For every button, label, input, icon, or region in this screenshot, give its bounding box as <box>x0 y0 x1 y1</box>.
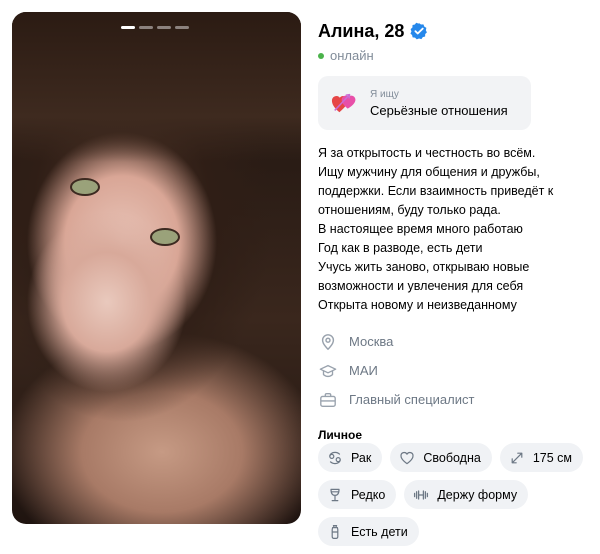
hearts-icon <box>331 93 356 113</box>
online-dot-icon <box>318 52 324 59</box>
chip-drinking[interactable]: Редко <box>318 480 397 509</box>
wine-glass-icon <box>330 488 340 501</box>
profile-photo[interactable] <box>12 12 301 524</box>
chip-sport[interactable]: Держу форму <box>404 480 529 509</box>
briefcase-icon <box>320 392 336 407</box>
photo-indicator[interactable] <box>157 26 171 29</box>
profile-name-age: Алина, 28 <box>318 20 405 41</box>
cancer-zodiac-icon <box>329 451 341 464</box>
detail-city: Москва <box>318 327 588 356</box>
personal-chips: Рак Свободна 175 см Редко Держу форму Ес… <box>318 443 600 554</box>
online-status-text: онлайн <box>330 48 374 63</box>
chip-relationship-label: Свободна <box>423 450 481 465</box>
profile-bio: Я за открытость и честность во всём. Ищу… <box>318 146 554 312</box>
photo-hair-shade <box>12 12 301 162</box>
chip-kids[interactable]: Есть дети <box>318 517 419 546</box>
photo-indicator[interactable] <box>175 26 189 29</box>
chip-sport-label: Держу форму <box>437 487 518 502</box>
expand-arrows-icon <box>511 452 523 463</box>
looking-for-label: Я ищу <box>370 88 399 100</box>
name-row: Алина, 28 <box>318 18 588 44</box>
looking-for-value: Серьёзные отношения <box>370 102 508 118</box>
photo-indicators <box>121 26 189 29</box>
detail-city-text: Москва <box>349 334 394 349</box>
chip-row: Рак Свободна 175 см <box>318 443 600 472</box>
location-pin-icon <box>321 333 335 350</box>
personal-section-title: Личное <box>318 428 363 442</box>
profile-details: Москва МАИ Главный специалист <box>318 327 588 414</box>
graduation-cap-icon <box>319 364 337 377</box>
photo-eye-right <box>150 228 180 246</box>
photo-indicator[interactable] <box>139 26 153 29</box>
chip-height[interactable]: 175 см <box>499 443 583 472</box>
chip-row: Есть дети <box>318 517 600 546</box>
detail-job-text: Главный специалист <box>349 392 475 407</box>
dumbbell-icon <box>414 489 429 500</box>
profile-info: Алина, 28 онлайн Я ищу Серьёзные отношен… <box>318 18 588 442</box>
chip-kids-label: Есть дети <box>351 524 408 539</box>
online-status: онлайн <box>318 48 588 63</box>
looking-for-text: Я ищу Серьёзные отношения <box>370 89 508 118</box>
chip-drinking-label: Редко <box>351 487 386 502</box>
detail-education-text: МАИ <box>349 363 378 378</box>
looking-for-card[interactable]: Я ищу Серьёзные отношения <box>318 76 531 130</box>
chip-zodiac-label: Рак <box>351 450 372 465</box>
chip-row: Редко Держу форму <box>318 480 600 509</box>
photo-indicator-active[interactable] <box>121 26 135 29</box>
verified-icon <box>410 22 428 40</box>
heart-outline-icon <box>400 451 414 464</box>
baby-bottle-icon <box>331 524 339 539</box>
photo-eye-left <box>70 178 100 196</box>
detail-job: Главный специалист <box>318 385 588 414</box>
detail-education: МАИ <box>318 356 588 385</box>
chip-height-label: 175 см <box>532 450 572 465</box>
chip-relationship[interactable]: Свободна <box>390 443 492 472</box>
chip-zodiac[interactable]: Рак <box>318 443 383 472</box>
